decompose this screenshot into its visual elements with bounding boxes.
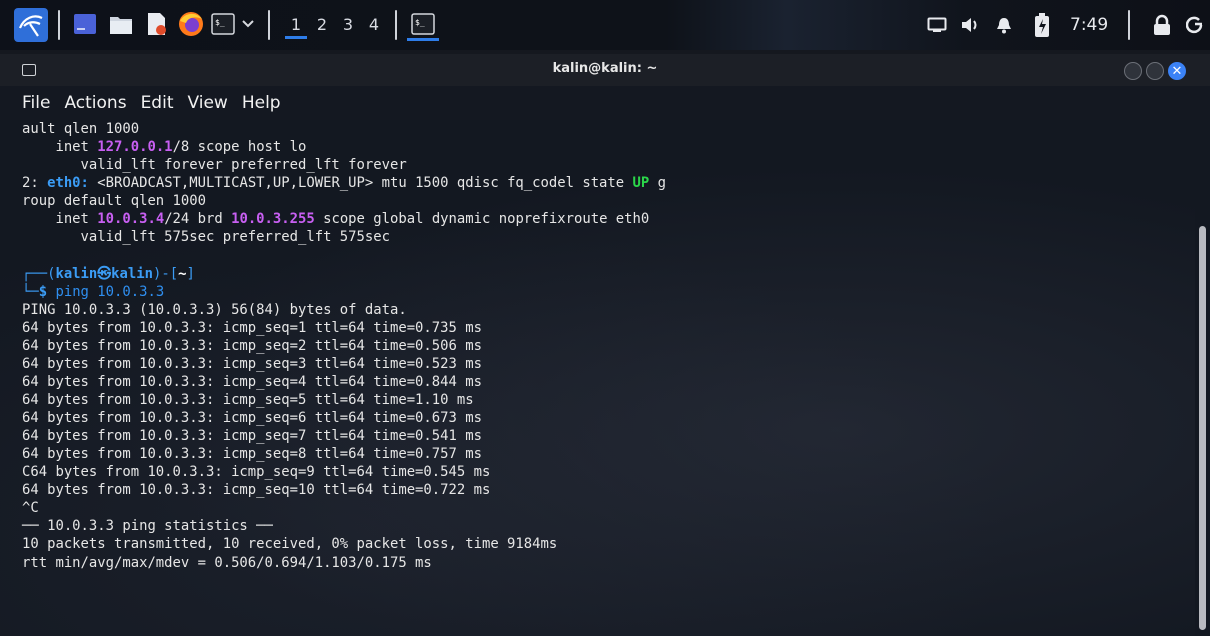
terminal-line: 64 bytes from 10.0.3.3: icmp_seq=4 ttl=6… [22,373,482,390]
terminal-task-icon[interactable]: $_ [407,9,439,41]
terminal-line: valid_lft forever preferred_lft forever [22,157,407,174]
workspace-4[interactable]: 4 [363,11,385,39]
kali-menu-icon[interactable] [14,8,48,42]
power-icon[interactable] [1184,10,1206,40]
window-title: kalin@kalin: ~ [552,61,658,76]
maximize-button[interactable] [1146,62,1164,80]
firefox-icon[interactable] [178,11,204,37]
terminal-line: 2: eth0: <BROADCAST,MULTICAST,UP,LOWER_U… [22,175,666,192]
terminal-line: 10 packets transmitted, 10 received, 0% … [22,536,558,553]
prompt-line: ┌──(kalin㉿kalin)-[~] [22,265,195,282]
terminal-icon[interactable]: $_ [210,11,236,37]
terminal-line: 64 bytes from 10.0.3.3: icmp_seq=7 ttl=6… [22,428,482,445]
files-icon[interactable] [108,11,134,37]
terminal-line: ault qlen 1000 [22,121,140,137]
terminal-line: 64 bytes from 10.0.3.3: icmp_seq=5 ttl=6… [22,391,474,408]
dropdown-chevron-icon[interactable] [240,11,256,37]
terminal-line: inet 127.0.0.1/8 scope host lo [22,139,307,156]
screen-icon[interactable] [925,10,949,40]
terminal-output[interactable]: ault qlen 1000 inet 127.0.0.1/8 scope ho… [0,120,1195,636]
terminal-line: PING 10.0.3.3 (10.0.3.3) 56(84) bytes of… [22,301,407,318]
top-panel: $_ 1 2 3 4 $_ 7:49 [0,0,1210,50]
clock[interactable]: 7:49 [1070,11,1108,39]
menu-edit[interactable]: Edit [134,86,181,120]
volume-icon[interactable] [958,10,982,40]
svg-text:$_: $_ [415,18,425,27]
terminal-line: ^C [22,500,39,517]
terminal-window: kalin@kalin: ~ ✕ File Actions Edit View … [0,54,1210,636]
menu-bar: File Actions Edit View Help [0,86,1210,120]
workspace-2[interactable]: 2 [311,11,333,39]
menu-actions[interactable]: Actions [57,86,133,120]
terminal-line: 64 bytes from 10.0.3.3: icmp_seq=1 ttl=6… [22,319,482,336]
close-button[interactable]: ✕ [1168,62,1186,80]
terminal-line: 64 bytes from 10.0.3.3: icmp_seq=6 ttl=6… [22,410,482,426]
panel-separator [1128,10,1130,40]
terminal-line: inet 10.0.3.4/24 brd 10.0.3.255 scope gl… [22,211,650,228]
workspace-1[interactable]: 1 [285,11,307,39]
svg-text:$_: $_ [215,18,225,27]
panel-separator [268,10,270,40]
title-bar[interactable]: kalin@kalin: ~ ✕ [0,54,1210,86]
terminal-line: 64 bytes from 10.0.3.3: icmp_seq=8 ttl=6… [22,446,482,463]
command-line: └─$ ping 10.0.3.3 [22,283,165,300]
desktop-icon[interactable] [72,11,98,37]
terminal-line: 64 bytes from 10.0.3.3: icmp_seq=3 ttl=6… [22,355,482,372]
minimize-button[interactable] [1124,62,1142,80]
terminal-line: C64 bytes from 10.0.3.3: icmp_seq=9 ttl=… [22,464,491,481]
terminal-line: 64 bytes from 10.0.3.3: icmp_seq=2 ttl=6… [22,337,482,354]
menu-view[interactable]: View [180,86,234,120]
panel-separator [395,10,397,40]
workspace-3[interactable]: 3 [337,11,359,39]
terminal-line: valid_lft 575sec preferred_lft 575sec [22,229,390,246]
notification-bell-icon[interactable] [992,10,1016,40]
terminal-line: 64 bytes from 10.0.3.3: icmp_seq=10 ttl=… [22,482,491,499]
terminal-line: rtt min/avg/max/mdev = 0.506/0.694/1.103… [22,554,432,571]
terminal-line: ── 10.0.3.3 ping statistics ── [22,518,273,535]
battery-icon[interactable] [1030,10,1054,40]
menu-file[interactable]: File [0,86,57,120]
menu-help[interactable]: Help [235,86,288,120]
panel-separator [58,10,60,40]
terminal-scrollbar[interactable] [1199,226,1206,630]
lock-icon[interactable] [1150,10,1174,40]
terminal-line: roup default qlen 1000 [22,193,206,210]
text-editor-icon[interactable] [143,11,169,37]
